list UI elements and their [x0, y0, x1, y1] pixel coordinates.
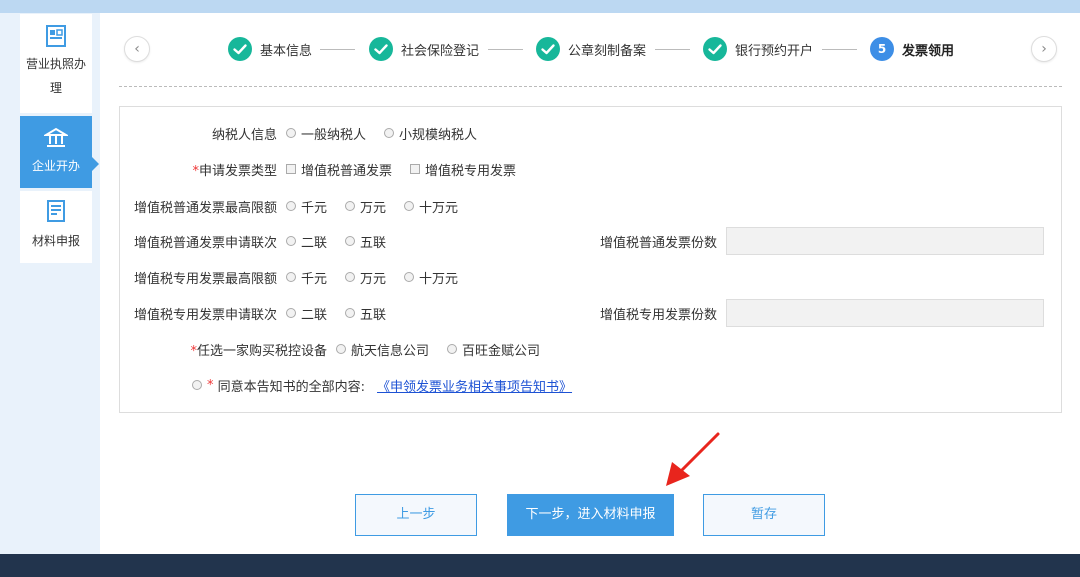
radio-ordinary-five-copies[interactable]: 五联	[345, 231, 386, 251]
radio-special-limit-ten-thousand[interactable]: 万元	[345, 267, 386, 287]
special-count-label: 增值税专用发票份数	[600, 307, 718, 323]
taxpayer-info-row: 纳税人信息 一般纳税人 小规模纳税人	[0, 123, 1080, 143]
step-label: 银行预约开户	[735, 43, 814, 59]
checkbox-ordinary-invoice[interactable]: 增值税普通发票	[286, 159, 392, 179]
radio-small-taxpayer[interactable]: 小规模纳税人	[384, 123, 477, 143]
step-number-badge: 5	[870, 37, 894, 61]
check-icon	[228, 37, 252, 61]
notice-link[interactable]: 《申领发票业务相关事项告知书》	[377, 376, 572, 395]
step-bank-account[interactable]: 银行预约开户	[703, 37, 813, 61]
special-max-limit-label: 增值税专用发票最高限额	[133, 271, 277, 287]
step-invoice-collection[interactable]: 5 发票领用	[870, 37, 954, 61]
step-connector	[320, 49, 355, 50]
stepper-next-button[interactable]: ›	[1031, 36, 1057, 62]
special-count-input[interactable]	[726, 299, 1044, 327]
radio-special-five-copies[interactable]: 五联	[345, 303, 386, 323]
step-connector	[488, 49, 523, 50]
radio-general-taxpayer[interactable]: 一般纳税人	[286, 123, 366, 143]
special-max-limit-row: 增值税专用发票最高限额 千元 万元 十万元	[0, 267, 1080, 287]
radio-ordinary-two-copies[interactable]: 二联	[286, 231, 327, 251]
invoice-type-row: *申请发票类型 增值税普通发票 增值税专用发票	[0, 159, 1080, 179]
special-copies-label: 增值税专用发票申请联次	[133, 307, 277, 323]
step-connector	[822, 49, 857, 50]
agreement-label: 同意本告知书的全部内容:	[213, 379, 366, 395]
radio-ordinary-limit-ten-thousand[interactable]: 万元	[345, 196, 386, 216]
radio-ordinary-limit-hundred-thousand[interactable]: 十万元	[404, 196, 458, 216]
checkbox-special-invoice[interactable]: 增值税专用发票	[410, 159, 516, 179]
stepper-prev-button[interactable]: ‹	[124, 36, 150, 62]
radio-ordinary-limit-thousand[interactable]: 千元	[286, 196, 327, 216]
prev-step-button[interactable]: 上一步	[355, 494, 477, 536]
ordinary-count-label: 增值税普通发票份数	[600, 235, 718, 251]
check-icon	[703, 37, 727, 61]
invoice-form-panel	[119, 106, 1062, 413]
agreement-row: * 同意本告知书的全部内容: 《申领发票业务相关事项告知书》	[192, 375, 572, 395]
radio-aisino[interactable]: 航天信息公司	[336, 339, 429, 359]
ordinary-count-input[interactable]	[726, 227, 1044, 255]
taxpayer-info-label: 纳税人信息	[211, 127, 277, 143]
step-label: 公章刻制备案	[568, 43, 647, 59]
check-icon	[536, 37, 560, 61]
radio-special-limit-thousand[interactable]: 千元	[286, 267, 327, 287]
step-seal-filing[interactable]: 公章刻制备案	[536, 37, 646, 61]
invoice-type-label: *申请发票类型	[192, 163, 277, 179]
tax-device-row: *任选一家购买税控设备 航天信息公司 百旺金赋公司	[0, 339, 1080, 359]
footer-bar	[0, 554, 1080, 577]
radio-special-limit-hundred-thousand[interactable]: 十万元	[404, 267, 458, 287]
license-icon	[46, 25, 66, 47]
ordinary-copies-label: 增值税普通发票申请联次	[133, 235, 277, 251]
agreement-radio[interactable]	[192, 380, 202, 390]
step-connector	[655, 49, 690, 50]
save-draft-button[interactable]: 暂存	[703, 494, 825, 536]
sidebar-item-label: 营业执照办理	[25, 57, 86, 95]
step-basic-info[interactable]: 基本信息	[228, 37, 312, 61]
annotation-arrow-icon	[666, 432, 720, 486]
radio-baiwang[interactable]: 百旺金赋公司	[447, 339, 540, 359]
radio-special-two-copies[interactable]: 二联	[286, 303, 327, 323]
step-social-insurance[interactable]: 社会保险登记	[369, 37, 479, 61]
step-label: 社会保险登记	[401, 43, 480, 59]
step-label: 基本信息	[260, 43, 313, 59]
sidebar-item-business-license[interactable]: 营业执照办理	[20, 14, 92, 113]
top-band	[0, 0, 1080, 13]
ordinary-max-limit-row: 增值税普通发票最高限额 千元 万元 十万元	[0, 196, 1080, 216]
step-label: 发票领用	[902, 43, 955, 59]
ordinary-max-limit-label: 增值税普通发票最高限额	[133, 200, 277, 216]
tax-device-label: *任选一家购买税控设备	[190, 343, 327, 359]
check-icon	[369, 37, 393, 61]
dashed-divider	[119, 86, 1062, 87]
next-step-button[interactable]: 下一步，进入材料申报	[507, 494, 674, 536]
